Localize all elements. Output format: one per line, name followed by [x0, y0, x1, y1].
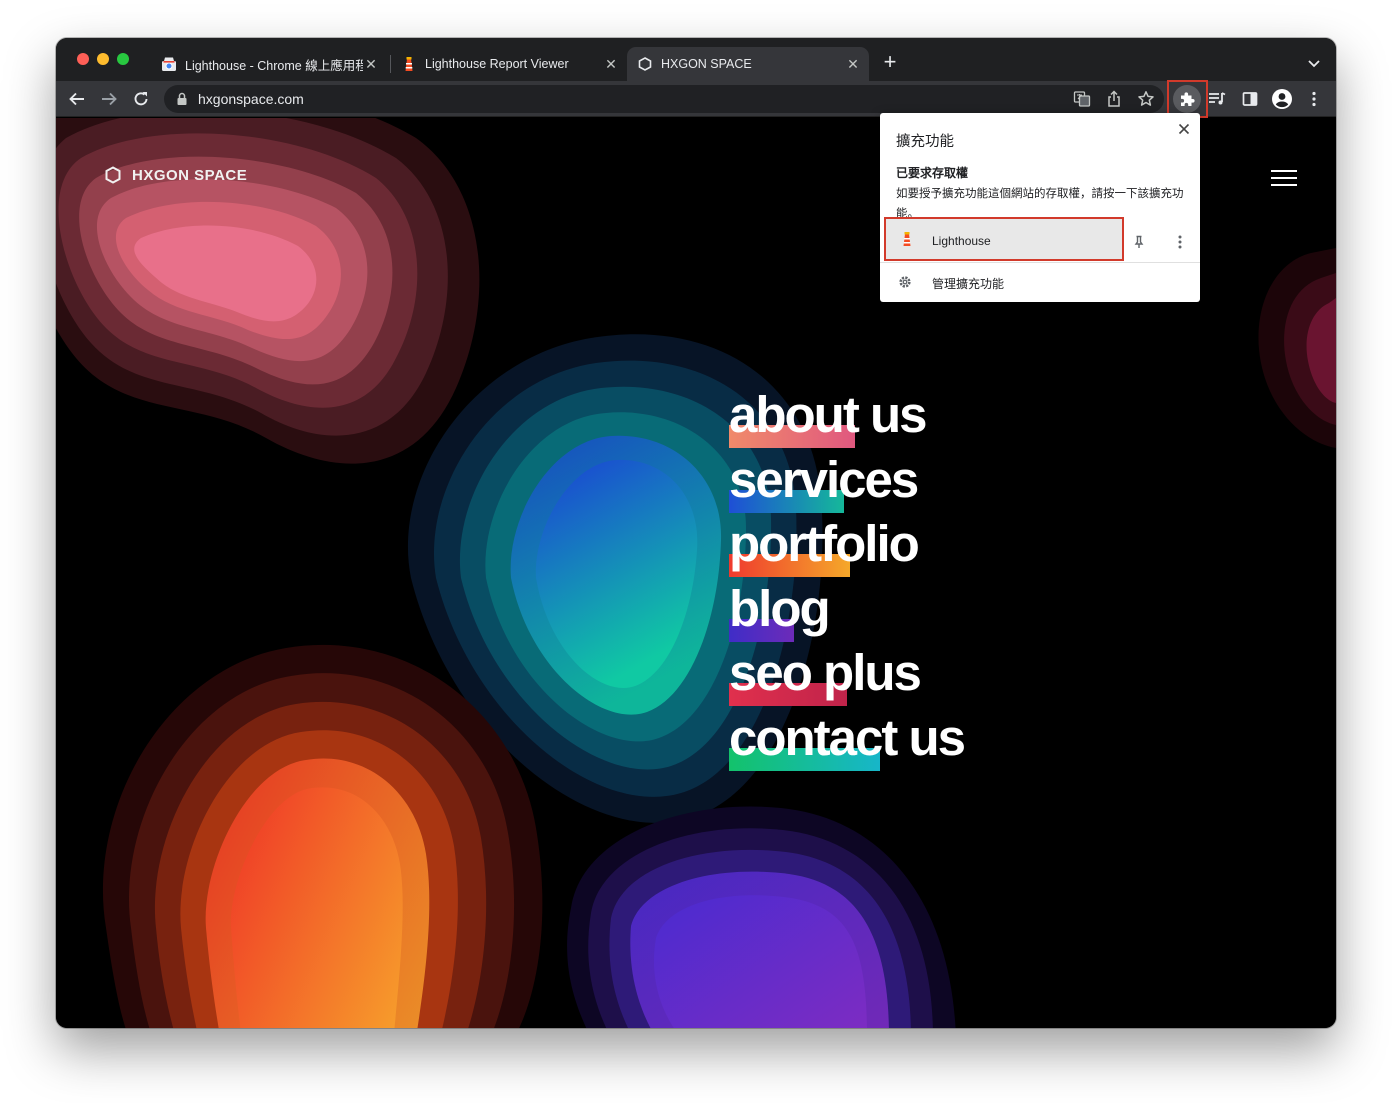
chrome-web-store-icon	[161, 56, 177, 72]
arrow-left-icon	[69, 92, 84, 106]
hexagon-icon	[637, 56, 653, 72]
media-queue-icon	[1209, 92, 1226, 105]
site-logo[interactable]: HXGON SPACE	[104, 166, 247, 184]
tab-search-chevron-icon[interactable]	[1304, 53, 1324, 73]
nav-item-about-us[interactable]: about us	[729, 383, 964, 448]
address-bar[interactable]: hxgonspace.com	[164, 85, 1164, 113]
tab-hxgon-space[interactable]: HXGON SPACE ✕	[627, 47, 869, 81]
tab-close-icon[interactable]: ✕	[603, 56, 619, 73]
hexagon-logo-icon	[105, 166, 121, 184]
pin-icon[interactable]	[1133, 235, 1145, 254]
browser-window: Lighthouse - Chrome 線上應用程式商店 ✕ Lighthous…	[56, 38, 1336, 1028]
nav-label[interactable]: blog	[729, 577, 964, 641]
nav-item-seo-plus[interactable]: seo plus	[729, 641, 964, 706]
lock-icon[interactable]	[176, 92, 188, 111]
gear-icon	[898, 275, 912, 294]
nav-label[interactable]: seo plus	[729, 641, 964, 705]
reading-list-button[interactable]	[1205, 87, 1229, 111]
logo-text: HXGON SPACE	[132, 166, 248, 184]
more-vertical-icon[interactable]	[1177, 234, 1183, 255]
nav-label[interactable]: services	[729, 448, 964, 512]
extensions-popup: 擴充功能 已要求存取權 如要授予擴充功能這個網站的存取權，請按一下該擴充功能。 …	[880, 113, 1200, 302]
avatar-icon	[1272, 89, 1292, 109]
close-window-button[interactable]	[77, 53, 89, 65]
translate-icon[interactable]	[1072, 89, 1092, 109]
nav-label[interactable]: contact us	[729, 706, 966, 770]
url-text[interactable]: hxgonspace.com	[198, 91, 304, 107]
nav-item-blog[interactable]: blog	[729, 577, 964, 642]
nav-item-contact-us[interactable]: contact us	[729, 706, 966, 771]
orange-blob-decoration	[102, 644, 543, 1028]
new-tab-button[interactable]: +	[878, 51, 902, 75]
forward-button[interactable]	[97, 87, 121, 111]
nav-item-portfolio[interactable]: portfolio	[729, 512, 964, 577]
purple-blob-decoration	[567, 806, 956, 1028]
nav-label[interactable]: about us	[729, 383, 964, 447]
tab-title: Lighthouse Report Viewer	[425, 57, 569, 71]
tab-title: HXGON SPACE	[661, 57, 752, 71]
profile-button[interactable]	[1270, 87, 1294, 111]
red-blob-decoration	[1258, 248, 1336, 448]
hamburger-menu-icon[interactable]	[1271, 170, 1297, 186]
back-button[interactable]	[65, 87, 89, 111]
manage-extensions-link[interactable]: 管理擴充功能	[932, 275, 1004, 292]
tab-lighthouse-report-viewer[interactable]: Lighthouse Report Viewer ✕	[391, 47, 627, 81]
minimize-window-button[interactable]	[97, 53, 109, 65]
zoom-window-button[interactable]	[117, 53, 129, 65]
nav-label[interactable]: portfolio	[729, 512, 964, 576]
nav-item-services[interactable]: services	[729, 448, 964, 513]
side-panel-button[interactable]	[1238, 87, 1262, 111]
browser-toolbar: hxgonspace.com	[56, 80, 1336, 118]
tab-strip: Lighthouse - Chrome 線上應用程式商店 ✕ Lighthous…	[56, 38, 1336, 81]
reload-button[interactable]	[129, 87, 153, 111]
tab-close-icon[interactable]: ✕	[845, 56, 861, 73]
popup-title: 擴充功能	[896, 134, 954, 150]
access-requested-heading: 已要求存取權	[896, 166, 969, 180]
tab-title: Lighthouse - Chrome 線上應用程式商店	[185, 58, 363, 73]
reload-icon	[134, 92, 148, 106]
lighthouse-icon	[401, 56, 417, 72]
share-icon[interactable]	[1104, 89, 1124, 109]
bookmark-star-icon[interactable]	[1136, 89, 1156, 109]
menu-button[interactable]	[1302, 87, 1326, 111]
popup-close-icon[interactable]	[1176, 121, 1192, 137]
popup-divider	[880, 262, 1200, 263]
side-panel-icon	[1242, 92, 1258, 106]
main-navigation: about us services portfolio blog seo plu…	[729, 383, 966, 771]
highlight-lighthouse-row	[884, 217, 1124, 261]
tab-close-icon[interactable]: ✕	[363, 56, 379, 73]
more-vertical-icon	[1312, 91, 1316, 107]
arrow-right-icon	[102, 92, 117, 106]
tab-chrome-web-store[interactable]: Lighthouse - Chrome 線上應用程式商店 ✕	[151, 47, 387, 81]
